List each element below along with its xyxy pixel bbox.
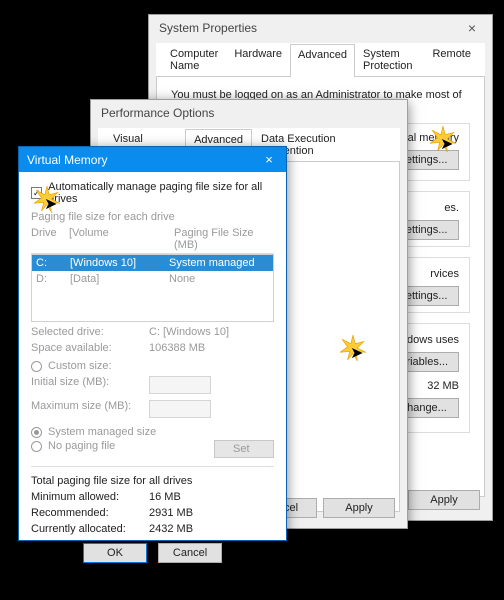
perfopt-title: Performance Options <box>91 100 407 126</box>
tab-system-protection[interactable]: System Protection <box>355 43 424 76</box>
close-icon[interactable]: × <box>260 152 278 167</box>
hdr-size: Paging File Size (MB) <box>174 227 274 251</box>
vmem-titlebar: Virtual Memory × <box>19 147 286 172</box>
initial-size-label: Initial size (MB): <box>31 376 149 394</box>
hdr-volume: [Volume <box>69 227 174 251</box>
selected-drive-value: C: [Windows 10] <box>149 326 229 338</box>
perfopt-apply-button[interactable]: Apply <box>323 498 395 518</box>
tab-remote[interactable]: Remote <box>424 43 479 76</box>
no-paging-label: No paging file <box>48 440 115 452</box>
auto-manage-row[interactable]: ✓ Automatically manage paging file size … <box>31 181 274 205</box>
drive-row-d[interactable]: D: [Data] None <box>32 271 273 287</box>
vmem-title: Virtual Memory <box>27 153 107 167</box>
set-button[interactable]: Set <box>214 440 274 458</box>
custom-size-radio[interactable] <box>31 361 42 372</box>
sysprops-apply-button[interactable]: Apply <box>408 490 480 510</box>
sysprops-tabs: Computer Name Hardware Advanced System P… <box>156 43 485 77</box>
tab-computer-name[interactable]: Computer Name <box>162 43 226 76</box>
vmem-cancel-button[interactable]: Cancel <box>158 543 222 563</box>
maximum-size-label: Maximum size (MB): <box>31 400 149 418</box>
auto-manage-checkbox[interactable]: ✓ <box>31 187 42 199</box>
tab-advanced[interactable]: Advanced <box>290 44 355 77</box>
min-allowed-value: 16 MB <box>149 491 181 503</box>
auto-manage-label: Automatically manage paging file size fo… <box>48 181 274 205</box>
initial-size-input[interactable] <box>149 376 211 394</box>
drive-list-header: Drive [Volume Paging File Size (MB) <box>31 225 274 254</box>
drive-list[interactable]: C: [Windows 10] System managed D: [Data]… <box>31 254 274 322</box>
custom-size-label: Custom size: <box>48 360 112 372</box>
paging-section-label: Paging file size for each drive <box>31 211 274 223</box>
system-managed-radio[interactable] <box>31 427 42 438</box>
recommended-value: 2931 MB <box>149 507 193 519</box>
min-allowed-label: Minimum allowed: <box>31 491 149 503</box>
vmem-ok-button[interactable]: OK <box>83 543 147 563</box>
selected-drive-label: Selected drive: <box>31 326 149 338</box>
virtual-memory-dialog: Virtual Memory × ✓ Automatically manage … <box>18 146 287 541</box>
drive-row-c[interactable]: C: [Windows 10] System managed <box>32 255 273 271</box>
totals-caption: Total paging file size for all drives <box>31 475 274 487</box>
system-managed-label: System managed size <box>48 426 156 438</box>
space-available-value: 106388 MB <box>149 342 205 354</box>
sysprops-title: System Properties <box>149 15 492 41</box>
currently-allocated-label: Currently allocated: <box>31 523 149 535</box>
close-icon[interactable]: × <box>452 15 492 41</box>
no-paging-radio[interactable] <box>31 441 42 452</box>
tab-hardware[interactable]: Hardware <box>226 43 290 76</box>
currently-allocated-value: 2432 MB <box>149 523 193 535</box>
space-available-label: Space available: <box>31 342 149 354</box>
maximum-size-input[interactable] <box>149 400 211 418</box>
hdr-drive: Drive <box>31 227 69 251</box>
recommended-label: Recommended: <box>31 507 149 519</box>
